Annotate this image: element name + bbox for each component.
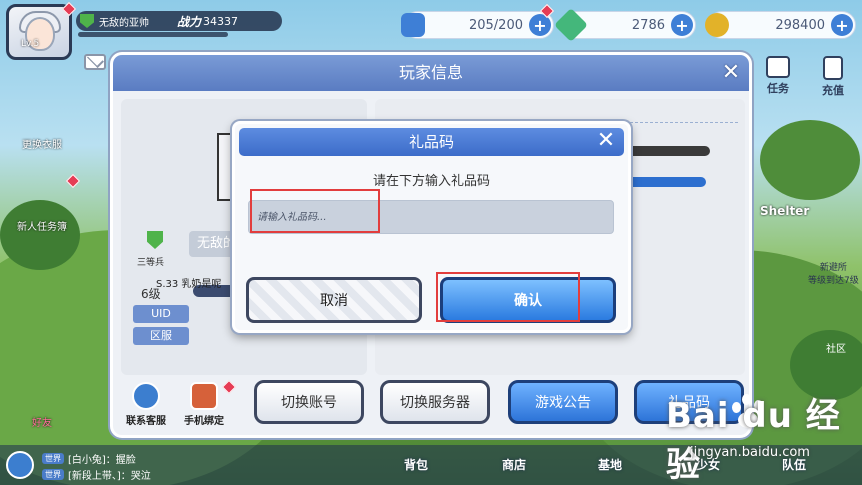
shelter-button[interactable]: Shelter (760, 204, 809, 218)
gem-value: 2786 (631, 17, 665, 33)
cancel-button[interactable]: 取消 (246, 277, 422, 323)
gift-box-icon (190, 382, 218, 410)
community-button[interactable]: 社区 (826, 340, 846, 355)
wardrobe-button[interactable]: 更换衣服 (4, 136, 80, 151)
gold-value: 298400 (775, 17, 825, 33)
stamina-icon (401, 13, 425, 37)
add-gold-button[interactable]: + (831, 14, 853, 36)
resource-gold: 298400 + (705, 11, 856, 39)
highlight-box (250, 189, 380, 233)
rank-shield-icon (80, 14, 94, 28)
divider (630, 122, 738, 123)
add-gems-button[interactable]: + (671, 14, 693, 36)
switch-server-button[interactable]: 切换服务器 (380, 380, 490, 424)
rank-label: 三等兵 (137, 258, 165, 268)
highlight-box (436, 272, 580, 322)
nav-bag[interactable]: 背包 (404, 456, 428, 473)
announcement-button[interactable]: 游戏公告 (508, 380, 618, 424)
power-value: 34337 (203, 14, 239, 28)
player-level: Lv.5 (21, 39, 40, 49)
background-tree (0, 200, 80, 270)
customer-service-button[interactable]: 联系客服 (116, 382, 176, 427)
power-label: 战力 (177, 14, 202, 29)
panel-close-icon[interactable]: ✕ (719, 61, 743, 85)
mail-icon[interactable] (84, 54, 106, 70)
sound-volume-slider[interactable] (628, 177, 706, 187)
gold-coin-icon (705, 13, 729, 37)
music-volume-slider[interactable] (628, 146, 710, 156)
stamina-value: 205/200 (468, 17, 523, 33)
resource-gems: 2786 + (554, 8, 696, 42)
dialog-title: 礼品码 (239, 128, 624, 156)
player-name: 无敌的亚帅 (99, 17, 149, 29)
chat-message: 世界 [白小兔]：握脸 (42, 450, 136, 466)
chat-bubble-icon (6, 451, 34, 479)
switch-account-button[interactable]: 切换账号 (254, 380, 364, 424)
newbie-quest-button[interactable]: 新人任务簿 (4, 218, 80, 233)
headset-icon (132, 382, 160, 410)
dialog-prompt: 请在下方输入礼品码 (372, 174, 490, 189)
background-tree (760, 120, 860, 200)
server-value: S.33 乳奶是呢 (156, 279, 222, 290)
friends-button[interactable]: 好友 (4, 414, 80, 429)
rank-badge-icon (147, 231, 163, 249)
recharge-icon (823, 56, 843, 80)
panel-title: 玩家信息 (113, 55, 749, 91)
watermark-logo: Bai du 经验 (666, 396, 841, 485)
new-base-button[interactable]: 新避所 等级到达7级 (808, 260, 859, 286)
nav-shop[interactable]: 商店 (502, 456, 526, 473)
player-name-bar: 无敌的亚帅 战力 34337 (76, 11, 282, 31)
quest-icon (766, 56, 790, 78)
exp-bar (78, 32, 228, 37)
watermark-url: jingyan.baidu.com (690, 445, 810, 460)
quest-button[interactable]: 任务 (758, 56, 798, 96)
nav-base[interactable]: 基地 (598, 456, 622, 473)
world-chat[interactable]: 世界 [白小兔]：握脸 世界 [新段上带、]：哭泣 (4, 447, 334, 483)
dialog-close-icon[interactable]: ✕ (594, 129, 618, 153)
resource-stamina: 205/200 + (401, 11, 554, 39)
uid-label: UID (133, 305, 189, 323)
player-avatar[interactable]: Lv.5 (6, 4, 72, 60)
chat-message: 世界 [新段上带、]：哭泣 (42, 466, 151, 482)
recharge-button[interactable]: 充值 (812, 56, 854, 97)
server-label: 区服 (133, 327, 189, 345)
